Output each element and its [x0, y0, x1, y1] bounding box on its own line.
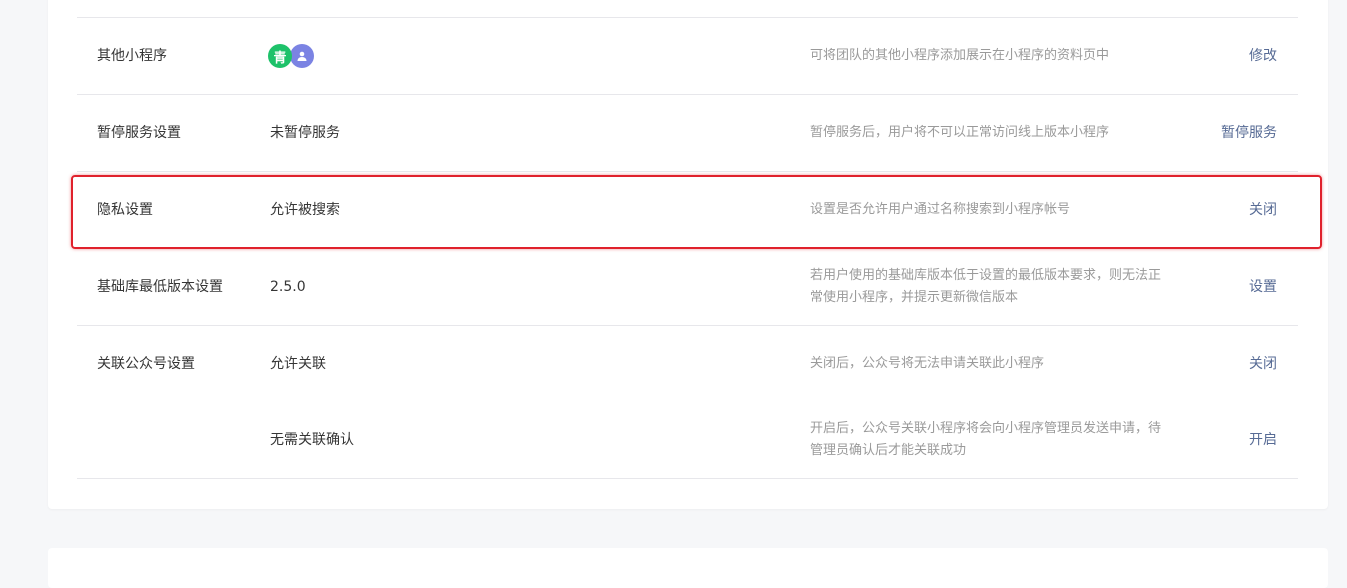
highlight-box [71, 175, 1322, 249]
row-label: 暂停服务设置 [97, 125, 181, 141]
link-close-link[interactable]: 关闭 [1249, 354, 1277, 374]
row-divider [77, 478, 1298, 479]
next-card [48, 548, 1328, 588]
pause-service-link[interactable]: 暂停服务 [1221, 123, 1277, 143]
row-description: 开启后，公众号关联小程序将会向小程序管理员发送申请，待管理员确认后才能关联成功 [810, 421, 1162, 458]
edit-link[interactable]: 修改 [1249, 46, 1277, 66]
row-label: 基础库最低版本设置 [97, 279, 223, 295]
user-avatar-icon [290, 44, 314, 68]
row-value: 2.5.0 [270, 279, 306, 295]
qing-logo-icon: 青 [268, 44, 292, 68]
row-label: 其他小程序 [97, 48, 167, 64]
row-divider [77, 171, 1298, 172]
row-value: 未暂停服务 [270, 125, 340, 141]
row-description: 可将团队的其他小程序添加展示在小程序的资料页中 [810, 48, 1110, 63]
row-value: 无需关联确认 [270, 432, 354, 448]
row-value: 允许关联 [270, 356, 326, 372]
row-description: 暂停服务后，用户将不可以正常访问线上版本小程序 [810, 125, 1110, 140]
row-label: 关联公众号设置 [97, 356, 195, 372]
row-description: 若用户使用的基础库版本低于设置的最低版本要求，则无法正常使用小程序，并提示更新微… [810, 268, 1162, 305]
row-divider [77, 325, 1298, 326]
row-divider [77, 17, 1298, 18]
enable-confirmation-link[interactable]: 开启 [1249, 430, 1277, 450]
row-description: 关闭后，公众号将无法申请关联此小程序 [810, 356, 1045, 371]
row-divider [77, 94, 1298, 95]
set-version-link[interactable]: 设置 [1249, 277, 1277, 297]
